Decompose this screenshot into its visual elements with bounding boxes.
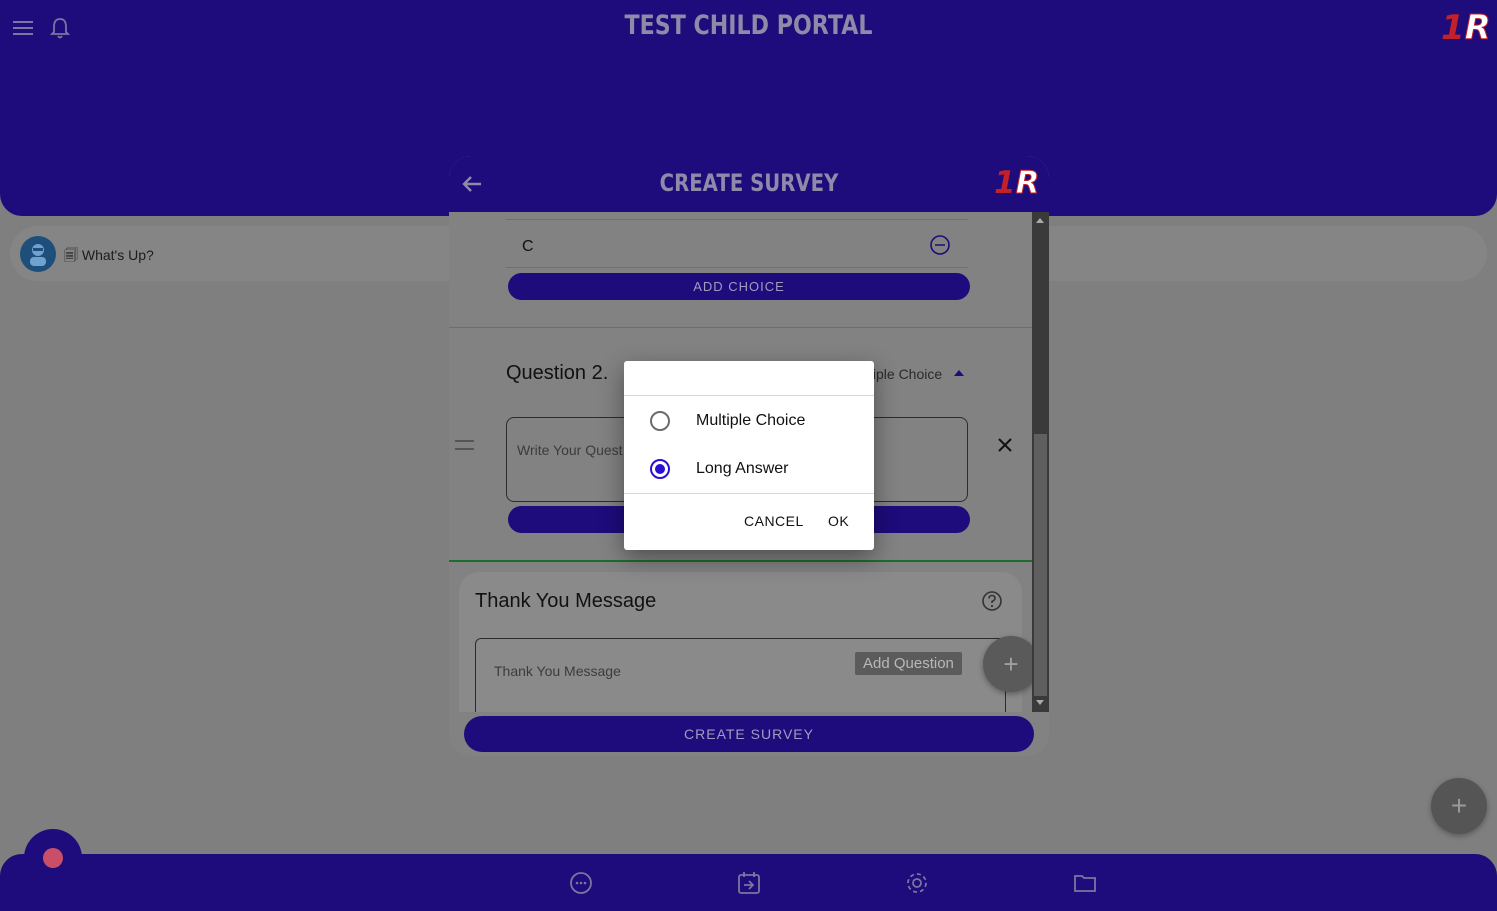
question-label: Question 2.: [506, 362, 609, 384]
dialog-divider: [624, 493, 874, 494]
scroll-down-icon[interactable]: [1036, 700, 1044, 705]
add-choice-button[interactable]: ADD CHOICE: [508, 273, 970, 300]
scroll-up-icon[interactable]: [1036, 218, 1044, 223]
bell-icon[interactable]: [46, 14, 74, 42]
arrow-left-icon[interactable]: [459, 171, 485, 197]
section-divider: [449, 327, 1032, 328]
app-title: TEST CHILD PORTAL: [624, 10, 873, 41]
record-dot: [43, 848, 63, 868]
folder-icon[interactable]: [1072, 870, 1098, 896]
avatar[interactable]: [20, 236, 56, 272]
brand-logo: 1R: [994, 165, 1040, 202]
chat-icon[interactable]: [568, 870, 594, 896]
add-question-button[interactable]: +: [983, 636, 1039, 692]
ok-button[interactable]: OK: [828, 513, 849, 529]
help-icon[interactable]: [981, 590, 1003, 612]
modal-title: CREATE SURVEY: [659, 169, 839, 197]
remove-circle-icon[interactable]: [929, 234, 951, 256]
thank-you-title: Thank You Message: [475, 590, 657, 612]
add-fab[interactable]: +: [1431, 778, 1487, 834]
brand-logo: 1R: [1441, 8, 1491, 49]
create-survey-button[interactable]: CREATE SURVEY: [464, 716, 1034, 752]
menu-icon[interactable]: [10, 14, 38, 42]
dialog-header: [624, 361, 874, 396]
scrollbar[interactable]: [1032, 212, 1049, 712]
drag-handle-icon[interactable]: [455, 440, 474, 450]
radio-button-selected[interactable]: [650, 459, 670, 479]
option-label[interactable]: Multiple Choice: [696, 412, 805, 430]
option-label[interactable]: Long Answer: [696, 460, 789, 478]
record-button[interactable]: [24, 829, 82, 887]
choice-value[interactable]: C: [522, 238, 534, 256]
question-placeholder: Write Your Quest: [517, 442, 623, 458]
option-multiple-choice[interactable]: Multiple Choice: [624, 399, 874, 443]
bottom-nav: [0, 854, 1497, 911]
scroll-thumb[interactable]: [1034, 434, 1047, 696]
add-question-tooltip: Add Question: [855, 652, 962, 675]
caret-up-icon[interactable]: [954, 370, 964, 376]
modal-header: CREATE SURVEY 1R: [449, 156, 1049, 212]
gear-icon[interactable]: [904, 870, 930, 896]
option-long-answer[interactable]: Long Answer: [624, 447, 874, 491]
radio-button[interactable]: [650, 411, 670, 431]
cancel-button[interactable]: CANCEL: [744, 513, 804, 529]
status-text[interactable]: 🗐 What's Up?: [64, 245, 154, 269]
question-type-dialog: Multiple Choice Long Answer CANCEL OK: [624, 361, 874, 550]
question-type-select[interactable]: tiple Choice: [869, 366, 942, 382]
close-icon[interactable]: [994, 434, 1016, 456]
thank-you-placeholder: Thank You Message: [494, 663, 621, 679]
section-separator: [449, 560, 1032, 562]
calendar-import-icon[interactable]: [736, 870, 762, 896]
choice-row: C: [506, 219, 968, 268]
